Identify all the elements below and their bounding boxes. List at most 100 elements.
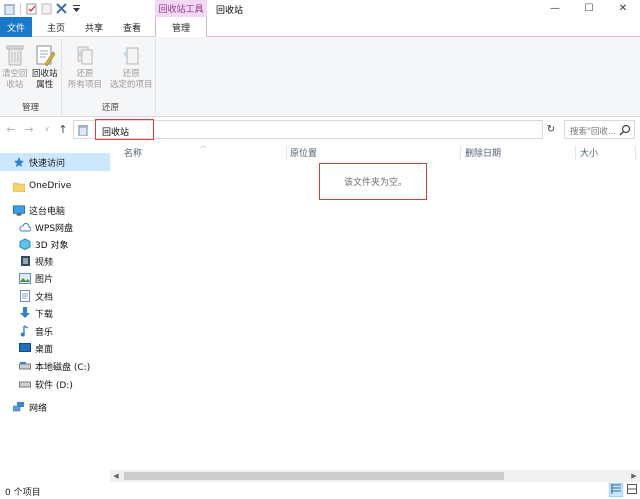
window-controls: — ☐ ✕ [538,0,640,17]
recycle-bin-properties-button[interactable]: 回收站 属性 [32,43,58,91]
onedrive-folder-icon [13,180,25,192]
nav-item-label: 音乐 [35,327,54,338]
navigation-pane: 快速访问 OneDrive 这台电脑 WPS网盘 3D 对象 视频 图片 文档 … [0,142,110,482]
file-list: ︿ 名称 原位置 删除日期 大小 该文件夹为空。 [110,141,640,472]
nav-item-documents[interactable]: 文档 [19,287,53,305]
status-bar: 0 个项目 [0,482,640,499]
wps-cloud-icon [19,221,31,233]
column-divider[interactable] [635,146,636,160]
restore-selected-label-1: 还原 [122,69,140,79]
details-view-button[interactable] [609,483,623,497]
recycle-bin-properties-icon [34,43,56,67]
nav-item-label: WPS网盘 [35,223,74,234]
nav-item-this-pc[interactable]: 这台电脑 [13,201,65,219]
column-divider[interactable] [460,146,461,160]
ribbon-tab-row: 文件 主页 共享 查看 管理 [0,17,640,38]
ribbon-group-restore: 还原 所有项目 还原 选定的项目 还原 [66,39,156,115]
restore-all-label-2: 所有项目 [68,80,103,90]
nav-item-label: 桌面 [35,344,54,355]
scrollbar-thumb[interactable] [124,472,504,480]
nav-item-pictures[interactable]: 图片 [19,269,53,287]
nav-item-label: 图片 [35,274,54,285]
documents-icon [19,290,31,302]
restore-all-button[interactable]: 还原 所有项目 [68,43,102,91]
customize-dropdown-icon[interactable] [70,2,83,15]
search-placeholder: 搜索"回收... [570,127,617,137]
empty-recycle-bin-label-2: 收站 [6,80,24,90]
nav-item-label: 这台电脑 [29,206,66,217]
title-bar: 回收站工具 回收站 — ☐ ✕ [0,0,640,17]
refresh-button[interactable]: ↻ [544,120,558,139]
ribbon: 清空回 收站 回收站 属性 管理 还原 所有项目 还原 选定的项目 还原 [0,37,640,117]
download-arrow-icon [19,307,31,319]
column-divider[interactable] [286,146,287,160]
tab-home[interactable]: 主页 [38,17,74,37]
tab-view[interactable]: 查看 [114,17,150,37]
delete-x-icon[interactable] [55,2,68,15]
properties-check-icon[interactable] [25,2,38,15]
nav-item-wps-cloud[interactable]: WPS网盘 [19,218,73,236]
recycle-bin-properties-label-1: 回收站 [32,69,58,79]
desktop-icon [19,342,31,354]
scroll-left-icon[interactable]: ◀ [110,470,122,482]
forward-button[interactable]: → [22,122,36,136]
address-highlight-box [95,119,154,140]
horizontal-scrollbar[interactable]: ◀ ▶ [110,470,640,482]
search-input[interactable]: 搜索"回收... [564,120,635,139]
maximize-button[interactable]: ☐ [572,0,606,17]
column-header-deleted-date[interactable]: 删除日期 [465,142,501,162]
restore-selected-label-2: 选定的项目 [110,80,153,90]
restore-selected-icon [120,43,142,67]
nav-item-desktop[interactable]: 桌面 [19,339,53,357]
empty-recycle-bin-icon [4,43,26,67]
column-header-size[interactable]: 大小 [580,142,598,162]
nav-item-label: 软件 (D:) [35,380,73,391]
minimize-button[interactable]: — [538,0,572,17]
empty-recycle-bin-button[interactable]: 清空回 收站 [2,43,28,91]
column-divider[interactable] [575,146,576,160]
recycle-bin-icon [77,124,89,137]
nav-item-label: 下载 [35,309,54,320]
back-button[interactable]: ← [4,122,18,136]
nav-item-local-disk-c[interactable]: 本地磁盘 (C:) [19,357,90,375]
context-tab-header: 回收站工具 [155,0,207,17]
up-button[interactable]: ↑ [56,122,70,136]
nav-item-drive-d[interactable]: 软件 (D:) [19,375,73,393]
scroll-right-icon[interactable]: ▶ [628,470,640,482]
nav-item-label: 文档 [35,292,54,303]
local-disk-icon [19,360,31,372]
window-title: 回收站 [216,6,244,16]
nav-item-3d-objects[interactable]: 3D 对象 [19,235,69,253]
large-icons-view-button[interactable] [625,483,639,497]
star-pin-icon [13,156,25,168]
toolbar-separator [20,2,21,15]
close-button[interactable]: ✕ [606,0,640,17]
music-note-icon [19,325,31,337]
tab-file[interactable]: 文件 [0,17,32,37]
tab-manage[interactable]: 管理 [155,17,207,38]
nav-item-label: 3D 对象 [35,240,69,251]
nav-item-label: 快速访问 [29,158,66,169]
nav-item-music[interactable]: 音乐 [19,322,53,340]
nav-item-downloads[interactable]: 下载 [19,304,53,322]
new-folder-icon[interactable] [40,2,53,15]
nav-item-network[interactable]: 网络 [13,398,47,416]
nav-item-videos[interactable]: 视频 [19,252,53,270]
nav-item-label: 网络 [29,403,48,414]
restore-selected-button[interactable]: 还原 选定的项目 [110,43,153,91]
ribbon-group-label-restore: 还原 [101,103,119,113]
tab-share[interactable]: 共享 [76,17,112,37]
recycle-bin-properties-label-2: 属性 [36,80,54,90]
column-header-name[interactable]: 名称 [124,142,142,162]
nav-item-label: 视频 [35,257,54,268]
nav-item-quick-access[interactable]: 快速访问 [0,153,110,171]
column-header-location[interactable]: 原位置 [290,142,317,162]
nav-item-onedrive[interactable]: OneDrive [13,177,71,195]
network-icon [13,401,25,413]
recent-locations-button[interactable]: ∨ [40,122,54,136]
empty-folder-message: 该文件夹为空。 [344,178,408,188]
large-icons-view-icon [627,483,637,497]
recycle-bin-icon[interactable] [3,2,16,15]
ribbon-group-label-manage: 管理 [21,103,39,113]
nav-item-label: OneDrive [29,181,72,191]
